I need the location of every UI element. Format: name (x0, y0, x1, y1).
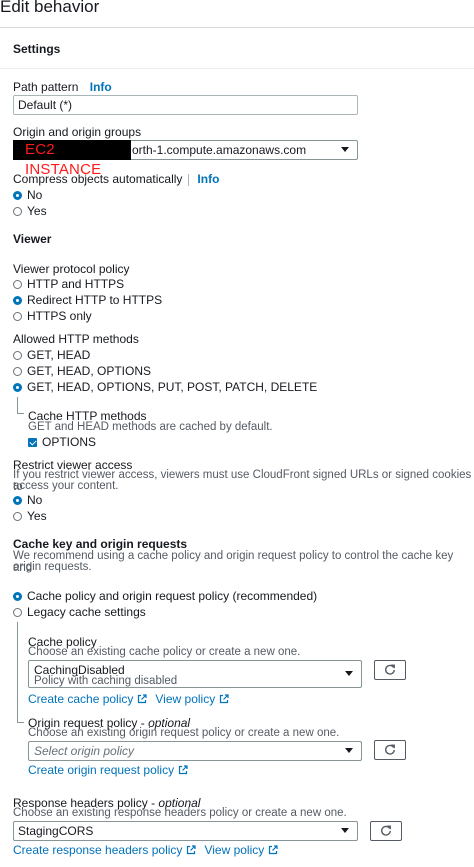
cache-policy-value-sub: Policy with caching disabled (34, 675, 178, 687)
restrict-access-description-2: access your content. (13, 480, 119, 492)
methods-option-get-head-options[interactable]: GET, HEAD, OPTIONS (13, 364, 151, 378)
refresh-origin-request-policy-button[interactable] (374, 740, 406, 760)
view-response-headers-policy-link[interactable]: View policy (204, 843, 264, 857)
external-link-icon (269, 845, 278, 855)
origin-select-value: orth-1.compute.amazonaws.com (132, 143, 307, 157)
radio-icon[interactable] (13, 366, 22, 376)
header-divider (0, 68, 474, 69)
refresh-icon (385, 744, 395, 755)
response-headers-description: Choose an existing response headers poli… (13, 807, 347, 819)
restrict-option-no[interactable]: No (13, 493, 42, 507)
viewer-header: Viewer (13, 232, 52, 246)
radio-icon[interactable] (13, 607, 22, 617)
tree-connector (17, 622, 18, 722)
protocol-option-https-only[interactable]: HTTPS only (13, 309, 92, 323)
cache-methods-description: GET and HEAD methods are cached by defau… (28, 421, 273, 433)
viewer-protocol-label: Viewer protocol policy (13, 262, 130, 276)
radio-icon[interactable] (13, 591, 22, 601)
external-link-icon (178, 765, 188, 775)
settings-header: Settings (13, 42, 61, 56)
chevron-down-icon (341, 147, 349, 152)
radio-icon[interactable] (13, 206, 22, 216)
response-headers-links: Create response headers policy View poli… (13, 843, 278, 857)
cache-policy-links: Create cache policy View policy (28, 692, 229, 706)
view-cache-policy-link[interactable]: View policy (155, 692, 215, 706)
compress-label: Compress objects automatically (13, 172, 183, 186)
radio-icon[interactable] (13, 279, 22, 289)
compress-info-link[interactable]: Info (197, 172, 219, 186)
methods-option-all[interactable]: GET, HEAD, OPTIONS, PUT, POST, PATCH, DE… (13, 380, 317, 394)
radio-icon[interactable] (13, 311, 22, 321)
allowed-methods-label: Allowed HTTP methods (13, 332, 139, 346)
restrict-option-yes[interactable]: Yes (13, 509, 47, 523)
cache-policy-description: Choose an existing cache policy or creat… (28, 646, 301, 658)
redaction-overlay: EC2 INSTANCE (13, 140, 131, 178)
cache-key-option-legacy[interactable]: Legacy cache settings (13, 605, 146, 619)
methods-option-get-head[interactable]: GET, HEAD (13, 348, 90, 362)
cache-options-checkbox-row[interactable]: OPTIONS (28, 435, 96, 449)
origin-request-policy-links: Create origin request policy (28, 763, 188, 777)
chevron-down-icon (345, 671, 353, 676)
origin-label: Origin and origin groups (13, 125, 142, 139)
response-headers-select[interactable]: StagingCORS (13, 821, 358, 841)
origin-request-policy-select[interactable]: Select origin policy (28, 741, 362, 761)
cache-key-option-policy[interactable]: Cache policy and origin request policy (… (13, 589, 317, 603)
refresh-cache-policy-button[interactable] (374, 660, 406, 680)
radio-icon[interactable] (13, 495, 22, 505)
path-pattern-label: Path pattern (13, 80, 79, 94)
tree-connector (17, 413, 24, 414)
protocol-option-redirect[interactable]: Redirect HTTP to HTTPS (13, 293, 162, 307)
radio-icon[interactable] (13, 511, 22, 521)
cache-policy-select[interactable]: CachingDisabled Policy with caching disa… (28, 660, 362, 688)
refresh-response-headers-button[interactable] (370, 821, 402, 841)
cache-key-description-2: origin requests. (13, 561, 92, 573)
protocol-option-http-https[interactable]: HTTP and HTTPS (13, 277, 124, 291)
path-pattern-label-row: Path pattern Info (13, 80, 112, 94)
compress-option-no[interactable]: No (13, 188, 42, 202)
create-response-headers-policy-link[interactable]: Create response headers policy (13, 843, 182, 857)
refresh-icon (385, 664, 395, 675)
tree-connector (17, 397, 18, 413)
compress-label-row: Compress objects automatically Info (13, 172, 219, 186)
checkbox-checked-icon[interactable] (28, 437, 37, 447)
chevron-down-icon (345, 748, 353, 753)
origin-request-policy-description: Choose an existing origin request policy… (28, 727, 340, 739)
tree-connector (17, 722, 24, 723)
radio-icon[interactable] (13, 350, 22, 360)
radio-icon[interactable] (13, 190, 22, 200)
path-pattern-info-link[interactable]: Info (90, 80, 112, 94)
response-headers-value: StagingCORS (18, 824, 94, 838)
external-link-icon (138, 694, 147, 704)
compress-option-yes[interactable]: Yes (13, 204, 47, 218)
info-separator (188, 173, 190, 186)
origin-request-policy-placeholder: Select origin policy (34, 744, 135, 758)
chevron-down-icon (341, 828, 349, 833)
radio-icon[interactable] (13, 295, 22, 305)
path-pattern-input[interactable]: Default (*) (13, 95, 358, 115)
cache-key-header: Cache key and origin requests (13, 537, 188, 551)
create-cache-policy-link[interactable]: Create cache policy (28, 692, 133, 706)
external-link-icon (220, 694, 229, 704)
refresh-icon (381, 825, 391, 836)
create-origin-request-policy-link[interactable]: Create origin request policy (28, 763, 174, 777)
radio-icon[interactable] (13, 382, 22, 392)
external-link-icon (187, 845, 197, 855)
page-title: Edit behavior (0, 0, 100, 16)
